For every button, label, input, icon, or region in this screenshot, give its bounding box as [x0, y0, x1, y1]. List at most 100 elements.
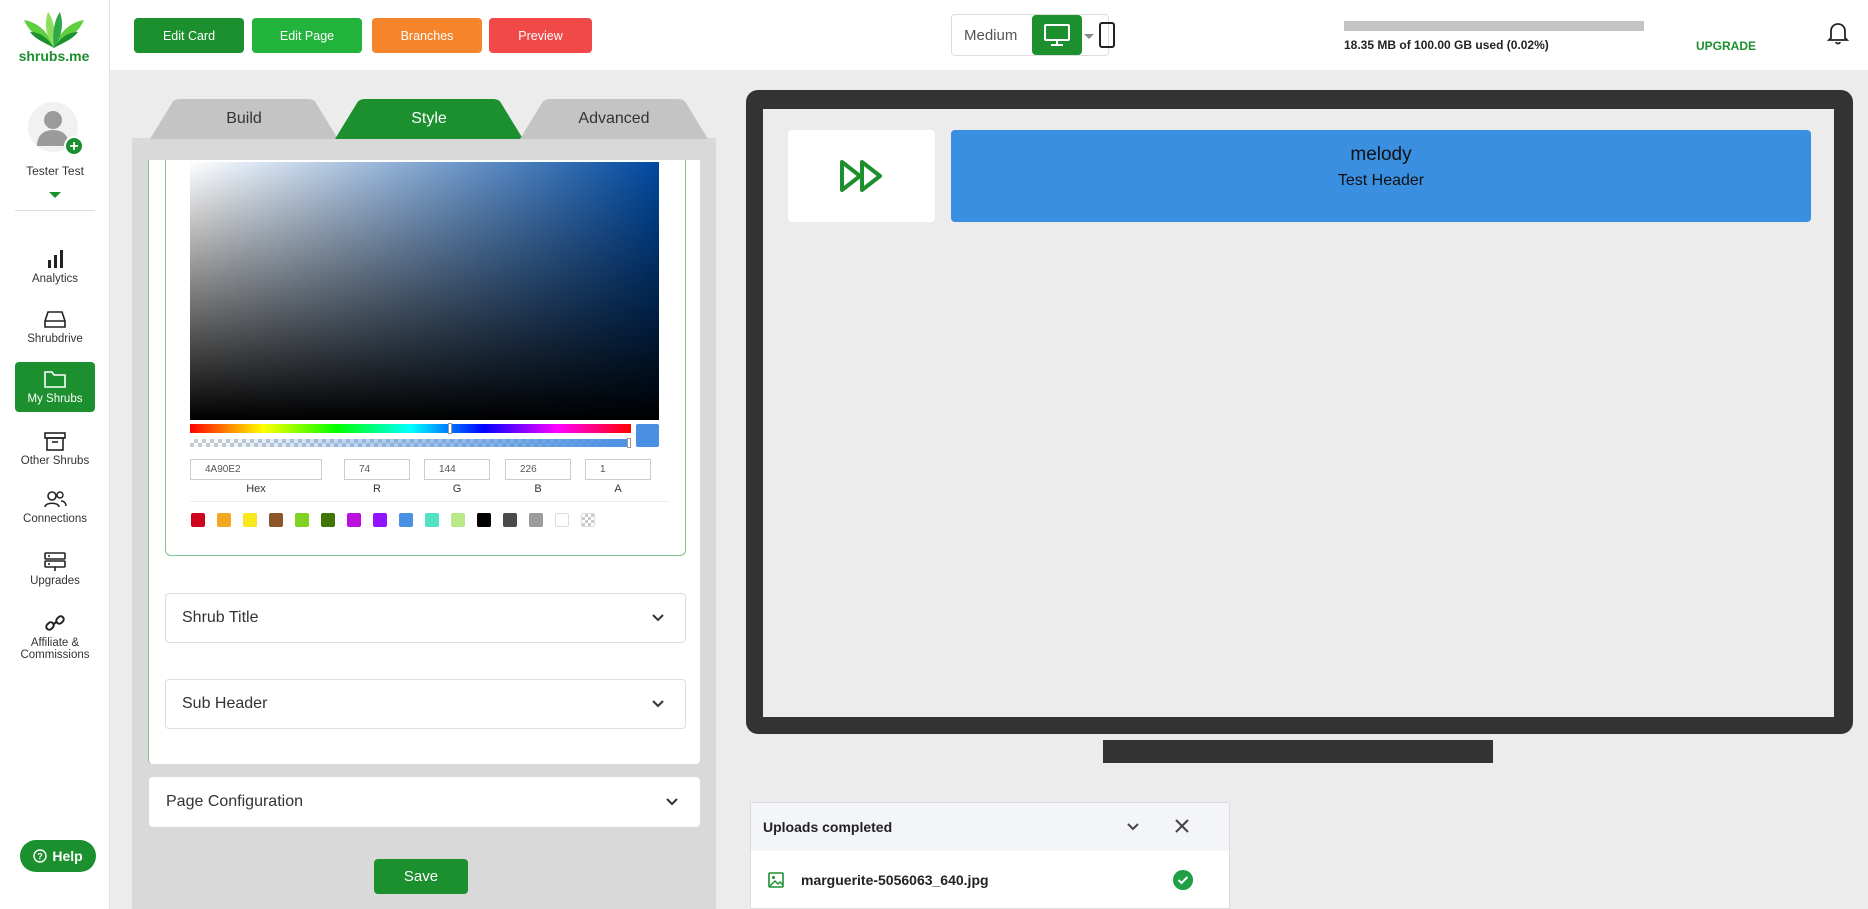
color-preset-swatch[interactable]: [295, 513, 309, 527]
color-preset-swatch[interactable]: [451, 513, 465, 527]
sub-header-accordion[interactable]: Sub Header: [165, 679, 686, 729]
archive-icon: [44, 432, 66, 451]
save-button[interactable]: Save: [374, 859, 468, 894]
folder-icon: [44, 371, 66, 388]
desktop-icon: [1044, 24, 1070, 46]
close-icon[interactable]: [1173, 817, 1191, 835]
color-preview-swatch: [636, 424, 659, 447]
logo-text: shrubs.me: [18, 48, 90, 64]
fast-forward-icon: [839, 160, 882, 192]
uploads-title: Uploads completed: [763, 819, 893, 835]
saturation-area[interactable]: [190, 162, 659, 420]
alpha-slider[interactable]: [190, 439, 631, 447]
color-preset-swatch[interactable]: [347, 513, 361, 527]
sidebar-item-my-shrubs[interactable]: My Shrubs: [15, 362, 95, 412]
notifications-button[interactable]: [1826, 20, 1850, 51]
card-title: melody: [1350, 144, 1412, 165]
uploads-panel: Uploads completed marguerite-5056063_640…: [750, 802, 1230, 909]
top-bar: Edit Card Edit Page Branches Preview Med…: [110, 0, 1868, 70]
b-label: B: [534, 483, 542, 495]
upgrade-link[interactable]: UPGRADE: [1696, 39, 1756, 53]
sidebar: shrubs.me + Tester Test Analytics Shrubd…: [0, 0, 110, 909]
sidebar-divider: [15, 210, 95, 211]
tab-style[interactable]: Style: [335, 99, 523, 139]
color-preset-swatch[interactable]: [217, 513, 231, 527]
alpha-gradient: [190, 439, 631, 447]
sidebar-item-analytics[interactable]: Analytics: [15, 242, 95, 292]
b-input[interactable]: [505, 459, 571, 480]
shrub-title-accordion[interactable]: Shrub Title: [165, 593, 686, 643]
sidebar-item-label: My Shrubs: [27, 393, 83, 405]
storage-progress-bar: [1344, 21, 1644, 31]
branches-button[interactable]: Branches: [372, 18, 482, 53]
color-preset-swatch[interactable]: [269, 513, 283, 527]
sidebar-item-other-shrubs[interactable]: Other Shrubs: [15, 424, 95, 474]
link-icon: [45, 615, 65, 631]
bell-icon: [1826, 23, 1850, 45]
preview-button[interactable]: Preview: [489, 18, 592, 53]
tab-advanced[interactable]: Advanced: [520, 99, 708, 139]
server-icon: [44, 552, 66, 571]
color-preset-swatch[interactable]: [425, 513, 439, 527]
check-circle-icon: [1173, 870, 1193, 890]
sidebar-item-shrubdrive[interactable]: Shrubdrive: [15, 302, 95, 352]
sidebar-item-label: Other Shrubs: [20, 455, 90, 467]
hex-input[interactable]: [190, 459, 322, 480]
tab-build[interactable]: Build: [150, 99, 338, 139]
r-input[interactable]: [344, 459, 410, 480]
avatar[interactable]: +: [28, 102, 84, 156]
tab-label: Advanced: [578, 110, 650, 127]
sidebar-item-label: Upgrades: [30, 575, 80, 587]
tab-label: Style: [411, 110, 447, 127]
edit-card-button[interactable]: Edit Card: [134, 18, 244, 53]
chevron-down-icon: [652, 700, 664, 708]
color-preset-swatch[interactable]: [477, 513, 491, 527]
hue-slider[interactable]: [190, 424, 631, 433]
image-file-icon: [768, 872, 784, 888]
color-preset-swatch[interactable]: [529, 513, 543, 527]
color-preset-swatch[interactable]: [373, 513, 387, 527]
sidebar-item-affiliate[interactable]: Affiliate & Commissions: [15, 606, 95, 666]
preview-card[interactable]: melody Test Header: [951, 130, 1811, 222]
color-preset-swatch[interactable]: [503, 513, 517, 527]
alpha-slider-thumb[interactable]: [627, 438, 631, 448]
chevron-down-icon: [666, 798, 678, 806]
g-input[interactable]: [424, 459, 490, 480]
help-label: Help: [52, 848, 83, 864]
color-preset-swatch[interactable]: [321, 513, 335, 527]
add-avatar-icon[interactable]: +: [64, 136, 84, 156]
color-preset-swatch[interactable]: [399, 513, 413, 527]
storage-usage-text: 18.35 MB of 100.00 GB used (0.02%): [1344, 38, 1549, 52]
help-button[interactable]: ? Help: [20, 840, 96, 872]
sidebar-item-connections[interactable]: Connections: [15, 482, 95, 532]
color-preset-swatch[interactable]: [243, 513, 257, 527]
hue-slider-thumb[interactable]: [448, 423, 452, 434]
color-preset-swatch[interactable]: [581, 513, 595, 527]
hex-label: Hex: [246, 483, 266, 495]
bar-chart-icon: [48, 250, 63, 268]
a-input[interactable]: [585, 459, 651, 480]
color-preset-swatch[interactable]: [191, 513, 205, 527]
upload-file-row: marguerite-5056063_640.jpg: [751, 851, 1229, 909]
g-label: G: [452, 483, 462, 495]
edit-page-button[interactable]: Edit Page: [252, 18, 362, 53]
uploads-header: Uploads completed: [751, 803, 1229, 851]
user-menu-caret-icon[interactable]: [49, 192, 61, 198]
monitor-stand: [1103, 740, 1493, 763]
chevron-down-icon[interactable]: [1125, 819, 1141, 835]
mobile-icon: [1099, 22, 1115, 48]
svg-text:?: ?: [38, 852, 44, 862]
page-configuration-accordion[interactable]: Page Configuration: [149, 777, 700, 827]
drive-icon: [44, 311, 66, 328]
user-name: Tester Test: [26, 164, 84, 178]
shrub-logo-icon: [24, 12, 84, 48]
mobile-view-button[interactable]: [1082, 15, 1132, 55]
logo[interactable]: shrubs.me: [14, 10, 94, 70]
size-select-value: Medium: [964, 27, 1018, 44]
swatch-divider: [190, 501, 670, 502]
question-circle-icon: ?: [33, 849, 48, 863]
color-preset-swatch[interactable]: [555, 513, 569, 527]
sidebar-item-upgrades[interactable]: Upgrades: [15, 544, 95, 594]
card-icon-box[interactable]: [788, 130, 935, 222]
desktop-view-button[interactable]: [1032, 15, 1082, 55]
